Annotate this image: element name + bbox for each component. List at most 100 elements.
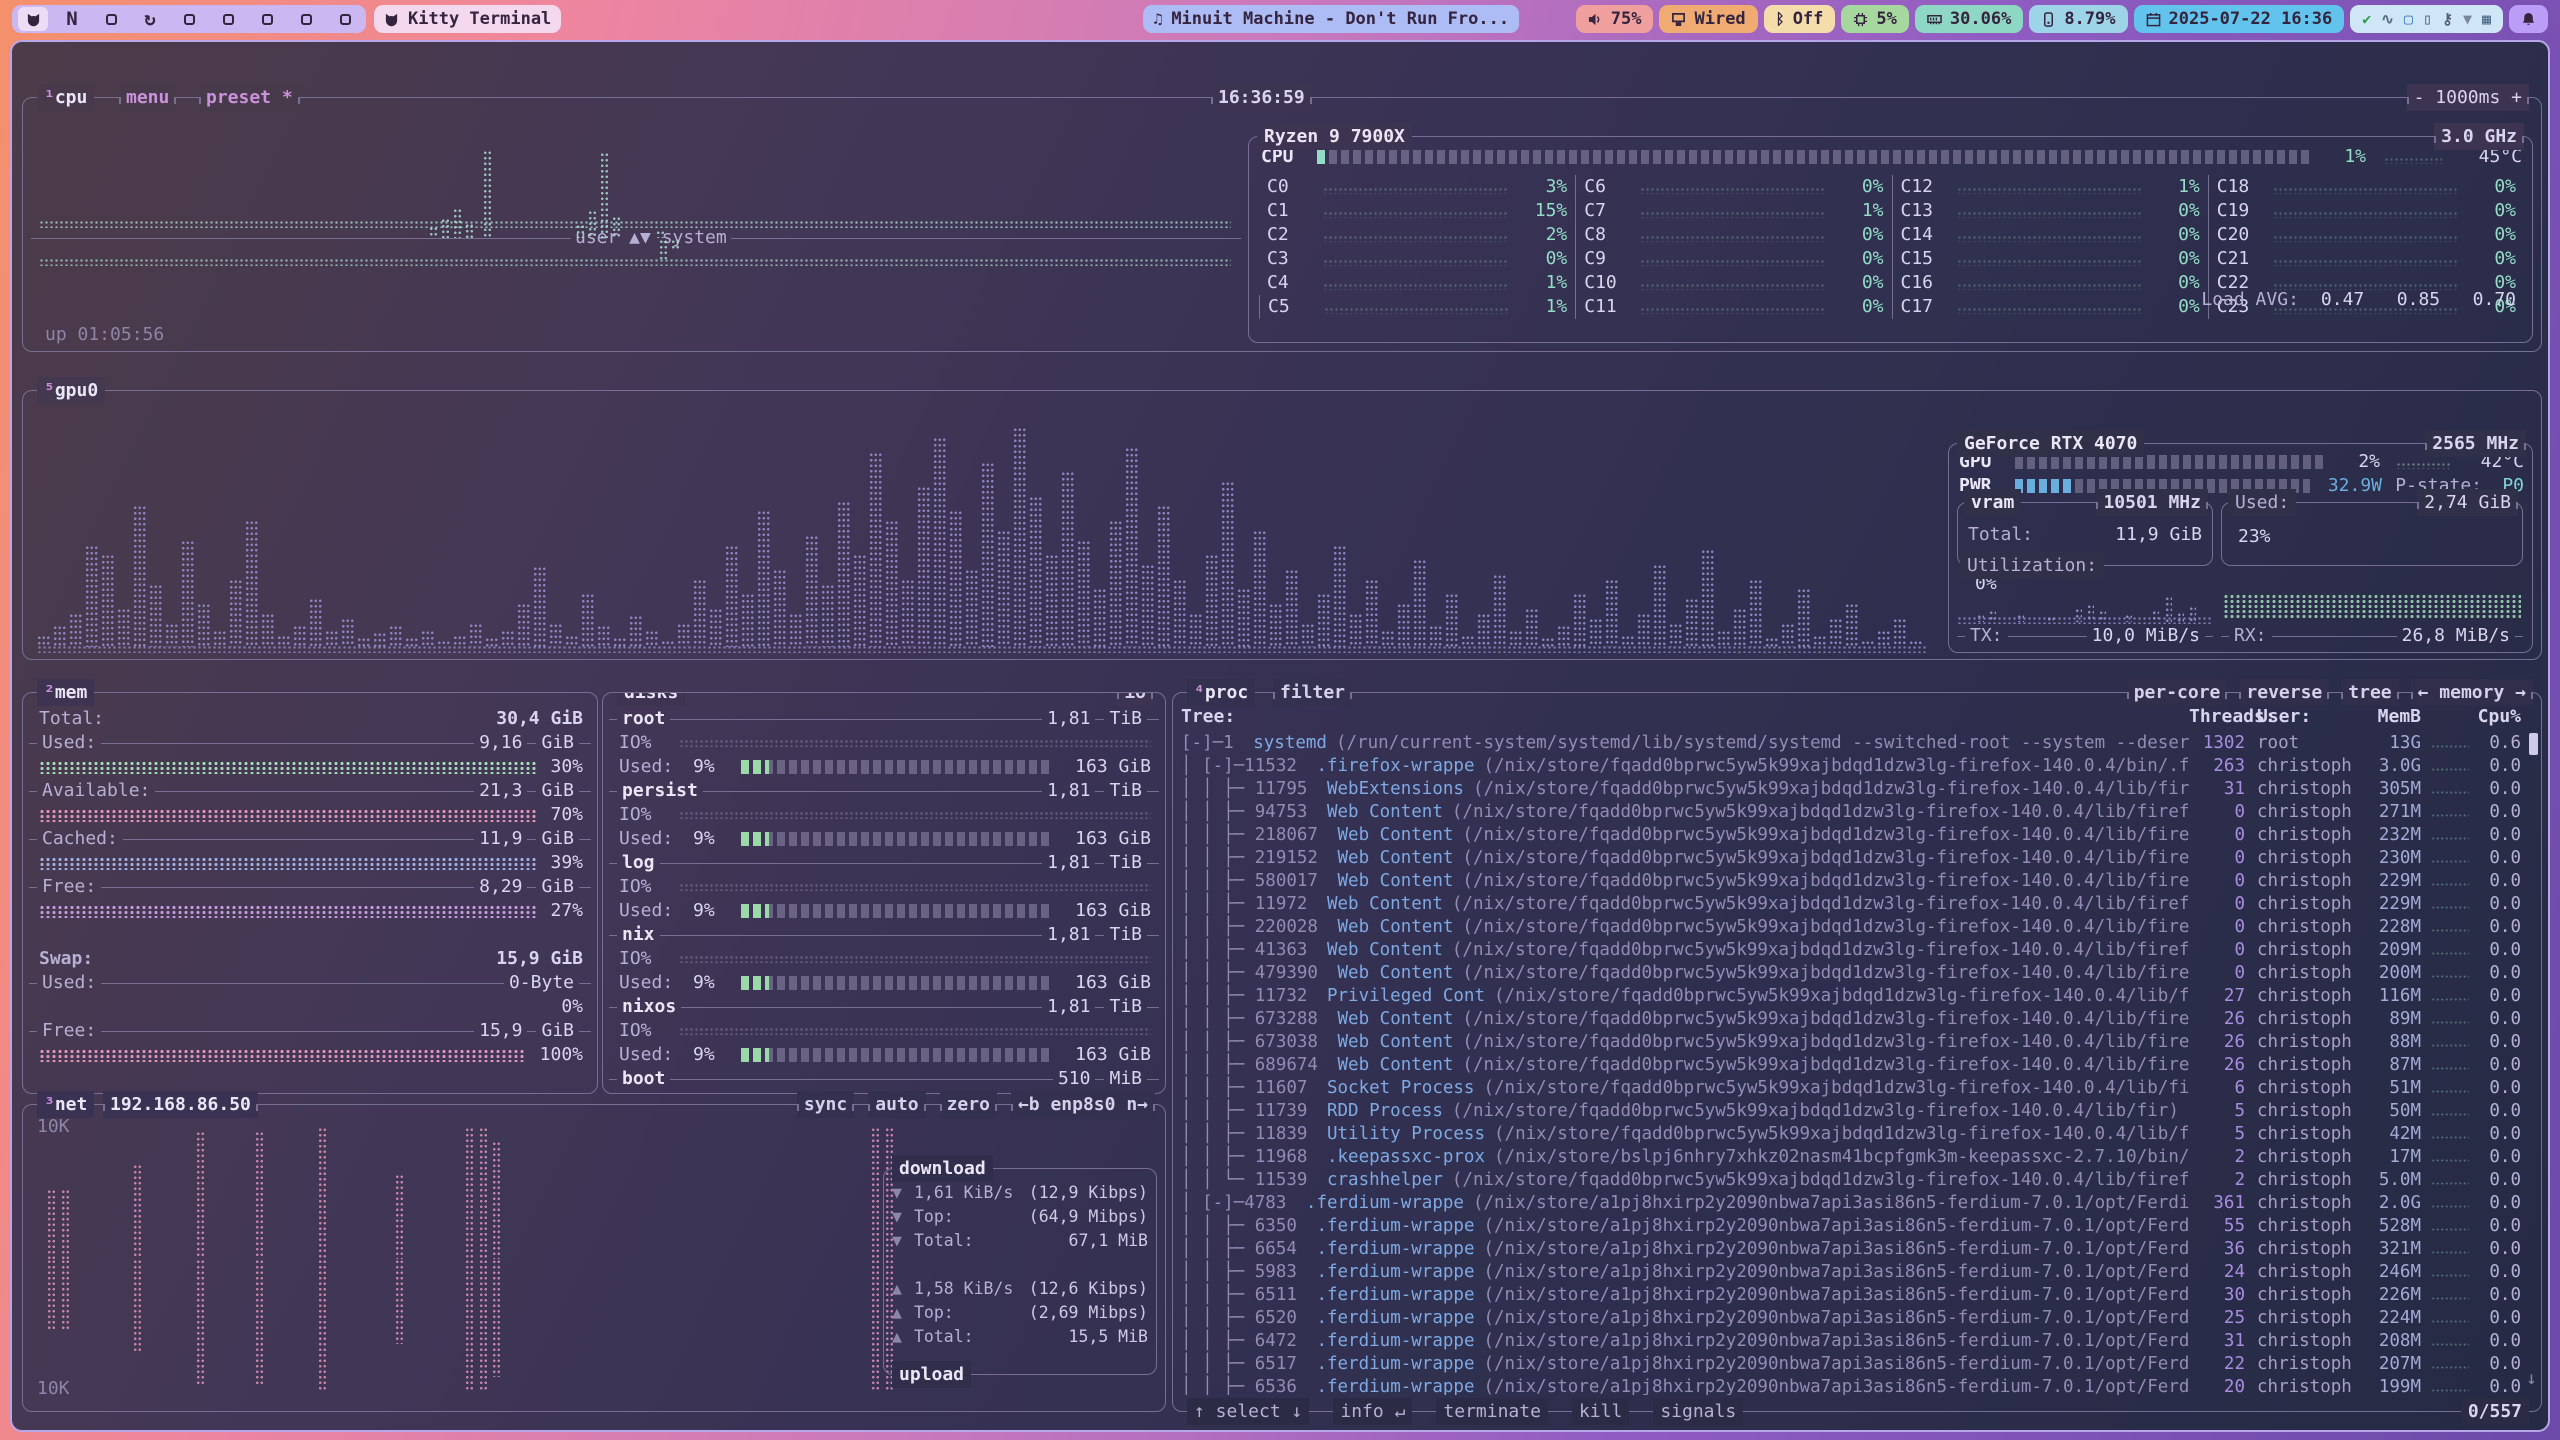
process-row[interactable]: │ │ ├─ 6511 .ferdium-wrappe(/nix/store/a… (1181, 1283, 2533, 1306)
tray-icon[interactable]: ▯ (2423, 12, 2432, 27)
workspace-terminal[interactable] (18, 7, 48, 31)
swap-used-label: Used: (37, 971, 101, 995)
process-row[interactable]: │ │ ├─ 479390 Web Content(/nix/store/fqa… (1181, 961, 2533, 984)
process-row[interactable]: │ │ ├─ 6654 .ferdium-wrappe(/nix/store/a… (1181, 1237, 2533, 1260)
net-graph-column (318, 1119, 327, 1399)
process-row[interactable]: │ │ ├─ 689674 Web Content(/nix/store/fqa… (1181, 1053, 2533, 1076)
process-row[interactable]: [-]─1 systemd(/run/current-system/system… (1181, 731, 2533, 754)
process-row[interactable]: │ │ ├─ 11972 Web Content(/nix/store/fqad… (1181, 892, 2533, 915)
process-row[interactable]: │ │ ├─ 11732 Privileged Cont(/nix/store/… (1181, 984, 2533, 1007)
disk-entry: nixos1,81TiB IO% Used:9%163 GiB (603, 995, 1165, 1067)
mem-free-unit: GiB (536, 875, 579, 899)
mem-free-graph (39, 905, 536, 918)
workspace-6[interactable] (213, 7, 243, 31)
proc-footer-action[interactable]: info ↵ (1333, 1398, 1412, 1425)
proc-option-button[interactable]: reverse (2239, 679, 2329, 706)
proc-footer-action[interactable]: signals (1653, 1398, 1743, 1425)
tray-icon[interactable]: ▢ (2404, 12, 2413, 27)
update-interval-control[interactable]: - 1000ms + (2407, 84, 2529, 111)
process-row[interactable]: │ │ ├─ 6536 .ferdium-wrappe(/nix/store/a… (1181, 1375, 2533, 1395)
process-row[interactable]: │ │ ├─ 6520 .ferdium-wrappe(/nix/store/a… (1181, 1306, 2533, 1329)
gpu-rx-zone: RX:26,8 MiB/s (2221, 590, 2523, 634)
proc-footer-action[interactable]: terminate (1436, 1398, 1548, 1425)
process-row[interactable]: │ [-]─4783 .ferdium-wrappe(/nix/store/a1… (1181, 1191, 2533, 1214)
net-graph-column (61, 1119, 70, 1399)
core-row: C130% (1892, 199, 2208, 223)
filter-button[interactable]: filter (1273, 679, 1352, 706)
process-row[interactable]: │ │ ├─ 11607 Socket Process(/nix/store/f… (1181, 1076, 2533, 1099)
workspace-nvim[interactable]: N (57, 7, 87, 31)
proc-footer-action[interactable]: kill (1572, 1398, 1629, 1425)
process-row[interactable]: │ │ ├─ 41363 Web Content(/nix/store/fqad… (1181, 938, 2533, 961)
network-module[interactable]: Wired (1659, 5, 1757, 33)
net-option-button[interactable]: ←b enp8s0 n→ (1011, 1091, 1155, 1118)
tray-icon[interactable]: ▼ (2463, 12, 2472, 27)
process-row[interactable]: │ │ ├─ 220028 Web Content(/nix/store/fqa… (1181, 915, 2533, 938)
proc-scrollbar-thumb[interactable] (2529, 733, 2538, 755)
workspaces: N ↻ (12, 5, 366, 33)
process-row[interactable]: │ │ ├─ 11968 .keepassxc-prox(/nix/store/… (1181, 1145, 2533, 1168)
workspace-8[interactable] (291, 7, 321, 31)
net-graph-column (492, 1119, 501, 1399)
workspace-3[interactable] (96, 7, 126, 31)
col-memb[interactable]: MemB (2357, 705, 2421, 729)
music-track: Minuit Machine - Don't Run Fro... (1171, 9, 1509, 29)
col-cpu[interactable]: Cpu% (2471, 705, 2521, 729)
col-user[interactable]: User: (2245, 705, 2357, 729)
process-row[interactable]: │ │ ├─ 6517 .ferdium-wrappe(/nix/store/a… (1181, 1352, 2533, 1375)
process-row[interactable]: │ │ ├─ 580017 Web Content(/nix/store/fqa… (1181, 869, 2533, 892)
proc-option-button[interactable]: tree (2341, 679, 2398, 706)
tray-icon[interactable]: ✔ (2362, 12, 2371, 27)
disk-entry: log1,81TiB IO% Used:9%163 GiB (603, 851, 1165, 923)
tray-icon[interactable]: ⚷ (2442, 12, 2453, 27)
workspace-5[interactable] (174, 7, 204, 31)
scroll-down-indicator[interactable]: ↓ (2526, 1367, 2537, 1391)
col-tree[interactable]: Tree: (1181, 705, 2189, 729)
process-row[interactable]: │ │ ├─ 218067 Web Content(/nix/store/fqa… (1181, 823, 2533, 846)
process-row[interactable]: │ │ ├─ 11795 WebExtensions(/nix/store/fq… (1181, 777, 2533, 800)
preset-button[interactable]: preset * (199, 84, 300, 111)
square-icon (340, 14, 351, 25)
col-threads[interactable]: Threads: (2189, 705, 2245, 729)
workspace-4[interactable]: ↻ (135, 7, 165, 31)
clock-module[interactable]: 2025-07-22 16:36 (2134, 5, 2345, 33)
proc-option-button[interactable]: per-core (2127, 679, 2228, 706)
process-row[interactable]: │ │ ├─ 6350 .ferdium-wrappe(/nix/store/a… (1181, 1214, 2533, 1237)
workspace-9[interactable] (330, 7, 360, 31)
square-icon (223, 14, 234, 25)
net-stat-row: ▼Top:(64,9 Mibps) (884, 1205, 1156, 1229)
bluetooth-module[interactable]: ᛒ Off (1764, 5, 1836, 33)
net-option-button[interactable]: auto (868, 1091, 925, 1118)
tray-icon[interactable]: ∿ (2381, 12, 2394, 27)
process-row[interactable]: │ │ ├─ 673288 Web Content(/nix/store/fqa… (1181, 1007, 2533, 1030)
tray-icon[interactable]: ▦ (2482, 12, 2491, 27)
workspace-7[interactable] (252, 7, 282, 31)
volume-module[interactable]: 75% (1576, 5, 1654, 33)
proc-option-button[interactable]: ← memory → (2411, 679, 2533, 706)
menu-button[interactable]: menu (119, 84, 176, 111)
process-row[interactable]: │ │ ├─ 11839 Utility Process(/nix/store/… (1181, 1122, 2533, 1145)
net-option-button[interactable]: zero (940, 1091, 997, 1118)
process-row[interactable]: │ [-]─11532 .firefox-wrappe(/nix/store/f… (1181, 754, 2533, 777)
process-row[interactable]: │ │ ├─ 94753 Web Content(/nix/store/fqad… (1181, 800, 2533, 823)
music-player-pill[interactable]: ♫ Minuit Machine - Don't Run Fro... (1143, 5, 1519, 33)
process-row[interactable]: │ │ ├─ 219152 Web Content(/nix/store/fqa… (1181, 846, 2533, 869)
disk-module[interactable]: 8.79% (2029, 5, 2127, 33)
process-row[interactable]: │ │ ├─ 673038 Web Content(/nix/store/fqa… (1181, 1030, 2533, 1053)
tx-rate: 10,0 MiB/s (2087, 624, 2205, 648)
notification-module[interactable] (2509, 5, 2548, 33)
net-graph-column (395, 1119, 404, 1399)
process-row[interactable]: │ │ ├─ 5983 .ferdium-wrappe(/nix/store/a… (1181, 1260, 2533, 1283)
cpu-module[interactable]: 5% (1841, 5, 1908, 33)
window-title-pill[interactable]: Kitty Terminal (374, 5, 561, 33)
memory-module[interactable]: 30.06% (1915, 5, 2023, 33)
net-graph (33, 1119, 895, 1399)
process-row[interactable]: │ │ ├─ 6472 .ferdium-wrappe(/nix/store/a… (1181, 1329, 2533, 1352)
process-row[interactable]: │ │ └─ 11539 crashhelper(/nix/store/fqad… (1181, 1168, 2533, 1191)
net-option-button[interactable]: sync (797, 1091, 854, 1118)
process-row[interactable]: │ │ ├─ 11739 RDD Process(/nix/store/fqad… (1181, 1099, 2533, 1122)
mem-cached-graph (39, 857, 536, 870)
proc-footer-action[interactable]: ↑ select ↓ (1187, 1398, 1309, 1425)
gpu-frequency: 2565 MHz (2425, 430, 2526, 457)
io-mode-button[interactable]: io (1117, 692, 1153, 706)
